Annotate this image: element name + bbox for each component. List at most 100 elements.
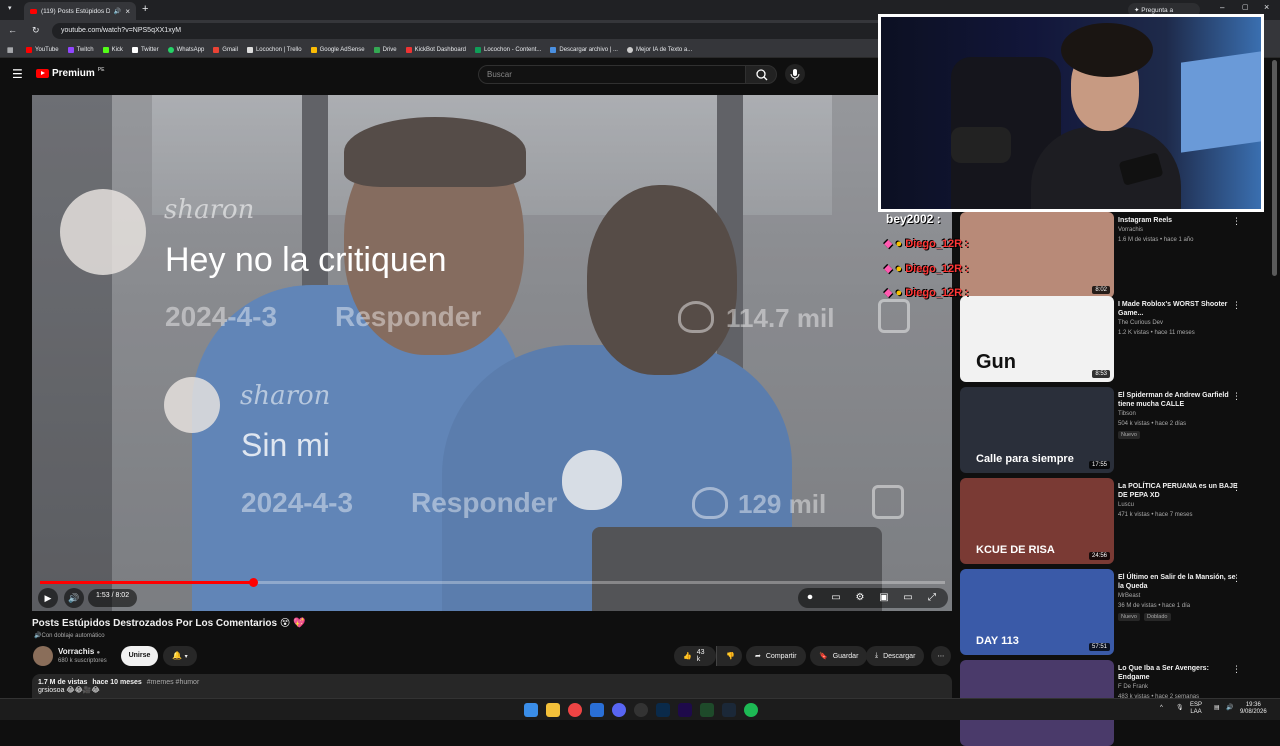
related-video-channel[interactable]: F De Frank xyxy=(1118,684,1148,690)
play-button[interactable]: ▶ xyxy=(38,588,58,608)
more-options-icon[interactable]: ⋮ xyxy=(1232,482,1241,493)
fullscreen-icon[interactable]: ⤢ xyxy=(922,589,942,607)
video-thumbnail[interactable]: 8:02 xyxy=(960,212,1114,298)
video-thumbnail[interactable]: KCUE DE RISA 24:56 xyxy=(960,478,1114,564)
webcam-microphone xyxy=(951,127,1011,163)
video-thumbnail[interactable]: Gun 8:53 xyxy=(960,296,1114,382)
bell-icon: 🔔 xyxy=(172,651,183,660)
app-icon[interactable] xyxy=(590,703,604,717)
related-video-title[interactable]: Lo Que Iba a Ser Avengers: Endgame xyxy=(1118,664,1238,682)
volume-tray-icon[interactable]: 🔊 xyxy=(1226,705,1233,712)
related-video[interactable]: Calle para siempre 17:55 El Spiderman de A… xyxy=(960,387,1260,473)
bookmark-youtube[interactable]: YouTube xyxy=(26,46,59,53)
discord-icon[interactable] xyxy=(612,703,626,717)
video-player[interactable]: sharon Hey no la critiquen 2024-4-3 Resp… xyxy=(32,95,952,611)
terminal-icon[interactable] xyxy=(700,703,714,717)
miniplayer-icon[interactable]: ▣ xyxy=(874,589,894,607)
more-options-icon[interactable]: ⋮ xyxy=(1232,664,1241,675)
channel-avatar[interactable] xyxy=(33,646,53,666)
more-actions-button[interactable]: ⋯ xyxy=(931,646,951,666)
save-button[interactable]: 🔖 Guardar xyxy=(810,646,868,666)
network-icon[interactable]: ▤ xyxy=(1214,705,1220,712)
tray-mic-icon[interactable]: 🎙 xyxy=(1176,705,1184,712)
youtube-premium-logo[interactable]: Premium PE xyxy=(36,67,104,79)
bookmark-twitch[interactable]: Twitch xyxy=(67,46,94,53)
notifications-button[interactable]: 🔔 ▾ xyxy=(163,646,197,666)
download-button[interactable]: ⤓ Descargar xyxy=(866,646,925,666)
volume-button[interactable]: 🔊 xyxy=(64,588,84,608)
join-button[interactable]: Unirse xyxy=(121,646,158,666)
page-scrollbar[interactable] xyxy=(1272,60,1277,276)
more-options-icon[interactable]: ⋮ xyxy=(1232,216,1241,227)
spotify-icon[interactable] xyxy=(744,703,758,717)
more-options-icon[interactable]: ⋮ xyxy=(1232,391,1241,402)
apps-icon[interactable]: ▦ xyxy=(7,46,14,54)
clock[interactable]: 19:36 9/08/2026 xyxy=(1240,702,1267,716)
file-explorer-icon[interactable] xyxy=(546,703,560,717)
related-video-title[interactable]: El Último en Salir de la Mansión, se la … xyxy=(1118,573,1238,591)
start-icon[interactable] xyxy=(524,703,538,717)
channel-name[interactable]: Vorrachis ● xyxy=(58,647,100,656)
theater-mode-icon[interactable]: ▭ xyxy=(898,589,918,607)
search-input[interactable]: Buscar xyxy=(478,65,746,84)
bookmark-adsense[interactable]: Google AdSense xyxy=(310,46,365,53)
related-video-title[interactable]: Instagram Reels xyxy=(1118,216,1238,225)
bookmark-twitter[interactable]: Twitter xyxy=(131,46,159,53)
tray-chevron-icon[interactable]: ^ xyxy=(1160,705,1163,712)
webcam-person-hair xyxy=(1061,23,1153,77)
language-indicator[interactable]: ESP LAA xyxy=(1190,702,1202,716)
chrome-icon[interactable] xyxy=(568,703,582,717)
bookmark-gmail[interactable]: Gmail xyxy=(213,46,238,53)
related-video-channel[interactable]: Tibson xyxy=(1118,411,1136,417)
more-options-icon[interactable]: ⋮ xyxy=(1232,573,1241,584)
related-video-channel[interactable]: Vorrachis xyxy=(1118,227,1143,233)
autoplay-toggle-icon[interactable]: ⏺ xyxy=(800,589,820,607)
photoshop-icon[interactable] xyxy=(656,703,670,717)
maximize-icon[interactable]: ▢ xyxy=(1242,3,1249,11)
more-options-icon[interactable]: ⋮ xyxy=(1232,300,1241,311)
related-video-title[interactable]: I Made Roblox's WORST Shooter Game... xyxy=(1118,300,1238,318)
bookmark-kick[interactable]: Kick xyxy=(102,46,123,53)
settings-gear-icon[interactable]: ⚙ xyxy=(850,589,870,607)
hashtags[interactable]: #memes #humor xyxy=(147,679,200,686)
related-video[interactable]: DAY 113 57:51 El Último en Salir de la Man… xyxy=(960,569,1260,655)
steam-icon[interactable] xyxy=(722,703,736,717)
tab-close-icon[interactable]: × xyxy=(125,7,130,16)
bookmark-trello[interactable]: Locochon | Trello xyxy=(246,46,302,53)
related-video-channel[interactable]: The Curious Dev xyxy=(1118,320,1163,326)
dubbed-badge: Doblado xyxy=(1144,613,1171,621)
bookmark-kickbot[interactable]: KickBot Dashboard xyxy=(405,46,466,53)
tab-audio-icon[interactable]: 🔊 xyxy=(114,8,121,15)
related-video-channel[interactable]: Luscu xyxy=(1118,502,1134,508)
like-button[interactable]: 👍 43 k xyxy=(674,646,716,666)
video-thumbnail[interactable]: DAY 113 57:51 xyxy=(960,569,1114,655)
close-window-icon[interactable]: × xyxy=(1264,2,1269,12)
bookmark-whatsapp[interactable]: WhatsApp xyxy=(167,46,204,53)
voice-search-button[interactable] xyxy=(785,64,805,84)
related-video[interactable]: 8:02 Instagram Reels Vorrachis 1.6 M de vis… xyxy=(960,212,1260,298)
video-thumbnail[interactable]: Calle para siempre 17:55 xyxy=(960,387,1114,473)
related-video-title[interactable]: El Spiderman de Andrew Garfield tiene mu… xyxy=(1118,391,1238,409)
obs-icon[interactable] xyxy=(634,703,648,717)
related-video-channel[interactable]: MrBeast xyxy=(1118,593,1140,599)
reload-icon[interactable]: ↻ xyxy=(32,25,40,36)
new-tab-icon[interactable]: + xyxy=(142,3,148,15)
bookmark-descargar[interactable]: Descargar archivo | ... xyxy=(550,46,618,53)
share-button[interactable]: ➦ Compartir xyxy=(746,646,806,666)
bookmark-ia[interactable]: Mejor IA de Texto a... xyxy=(626,46,692,53)
related-video[interactable]: KCUE DE RISA 24:56 La POLÍTICA PERUANA es … xyxy=(960,478,1260,564)
search-button[interactable] xyxy=(745,65,777,84)
bookmark-drive[interactable]: Drive xyxy=(373,46,397,53)
menu-icon[interactable]: ☰ xyxy=(12,67,23,81)
tab-search-icon[interactable]: ▾ xyxy=(8,4,12,12)
dislike-button[interactable]: 👎 xyxy=(716,646,742,666)
related-video-title[interactable]: La POLÍTICA PERUANA es un BAJE DE PEPA X… xyxy=(1118,482,1238,500)
subtitles-icon[interactable]: ▭ xyxy=(826,589,846,607)
bookmark-locochon-content[interactable]: Locochon - Content... xyxy=(475,46,541,53)
premiere-icon[interactable] xyxy=(678,703,692,717)
progress-scrubber[interactable] xyxy=(248,578,258,587)
back-icon[interactable]: ← xyxy=(8,25,17,35)
related-video[interactable]: Gun 8:53 I Made Roblox's WORST Shooter Gam… xyxy=(960,296,1260,382)
minimize-icon[interactable]: – xyxy=(1220,3,1224,12)
browser-tab[interactable]: (119) Posts Estúpidos Destr 🔊 × xyxy=(24,2,136,20)
